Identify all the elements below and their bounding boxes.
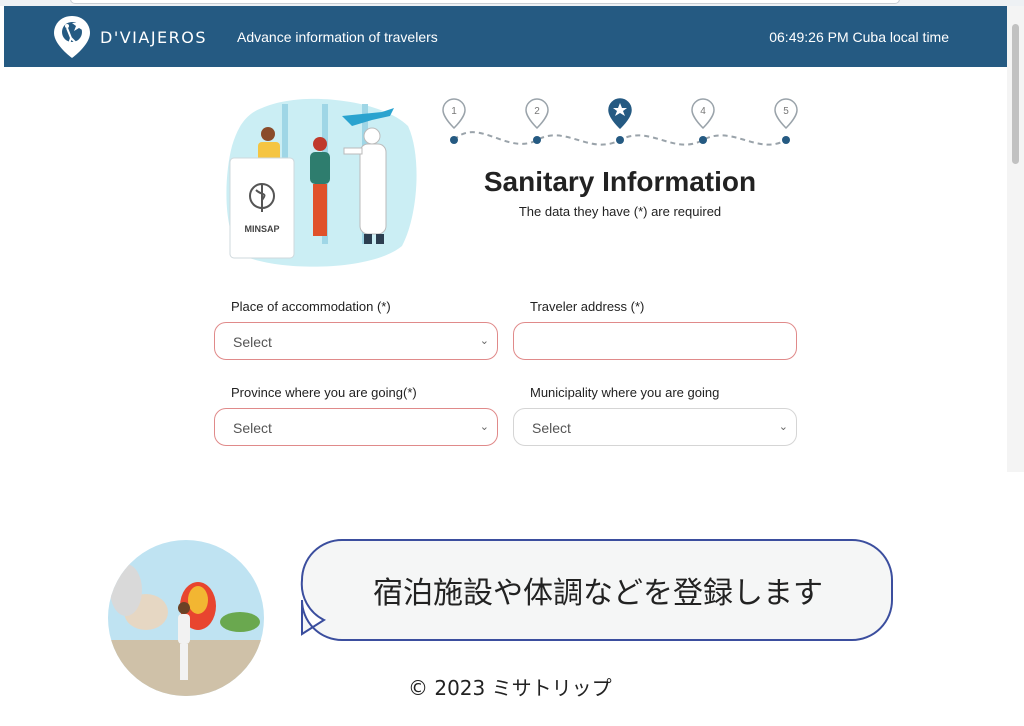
province-label: Province where you are going(*) (231, 385, 417, 400)
municipality-value: Select (532, 420, 571, 436)
balloon-photo (108, 540, 264, 696)
step-dot (699, 136, 707, 144)
municipality-select[interactable]: Select ⌄ (513, 408, 797, 446)
accommodation-select[interactable]: Select ⌄ (214, 322, 498, 360)
address-label: Traveler address (*) (530, 299, 645, 314)
copyright-text: © 2023 ミサトリップ (408, 676, 612, 700)
accommodation-label: Place of accommodation (*) (231, 299, 391, 314)
bubble-caption: 宿泊施設や体調などを登録します (373, 576, 823, 611)
logo-icon (54, 16, 90, 58)
step-number: 4 (700, 106, 706, 117)
step-dot (782, 136, 790, 144)
address-bar[interactable] (70, 0, 900, 4)
step-number: 1 (451, 106, 457, 117)
chevron-down-icon: ⌄ (778, 421, 788, 433)
province-value: Select (233, 420, 272, 436)
province-select[interactable]: Select ⌄ (214, 408, 498, 446)
step-marker: 2 (525, 98, 549, 144)
address-input[interactable] (513, 322, 797, 360)
progress-stepper: 1 2 4 5 (442, 98, 798, 146)
brand-name: D'VIAJEROS (100, 28, 208, 47)
health-check-illustration: MINSAP (226, 98, 417, 267)
chevron-down-icon: ⌄ (479, 421, 489, 433)
step-marker: 4 (691, 98, 715, 144)
chevron-down-icon: ⌄ (479, 335, 489, 347)
minsap-sign-text: MINSAP (244, 224, 279, 234)
step-number: 5 (783, 106, 789, 117)
accommodation-value: Select (233, 334, 272, 350)
page-subtitle: The data they have (*) are required (518, 204, 722, 219)
page-scrollbar[interactable] (1007, 6, 1024, 472)
step-dot (450, 136, 458, 144)
step-dot (616, 136, 624, 144)
local-time-clock: 06:49:26 PM Cuba local time (769, 29, 949, 45)
step-number: 2 (534, 106, 540, 117)
avatar-photo (108, 540, 264, 696)
browser-screenshot: D'VIAJEROS Advance information of travel… (0, 0, 1024, 472)
header-tagline: Advance information of travelers (237, 29, 438, 45)
step-marker: 1 (442, 98, 466, 144)
scrollbar-thumb[interactable] (1012, 24, 1019, 164)
municipality-label: Municipality where you are going (530, 385, 720, 400)
step-marker: 5 (774, 98, 798, 144)
step-dot (533, 136, 541, 144)
page-title: Sanitary Information (483, 166, 757, 197)
app-header: D'VIAJEROS Advance information of travel… (4, 6, 1007, 67)
